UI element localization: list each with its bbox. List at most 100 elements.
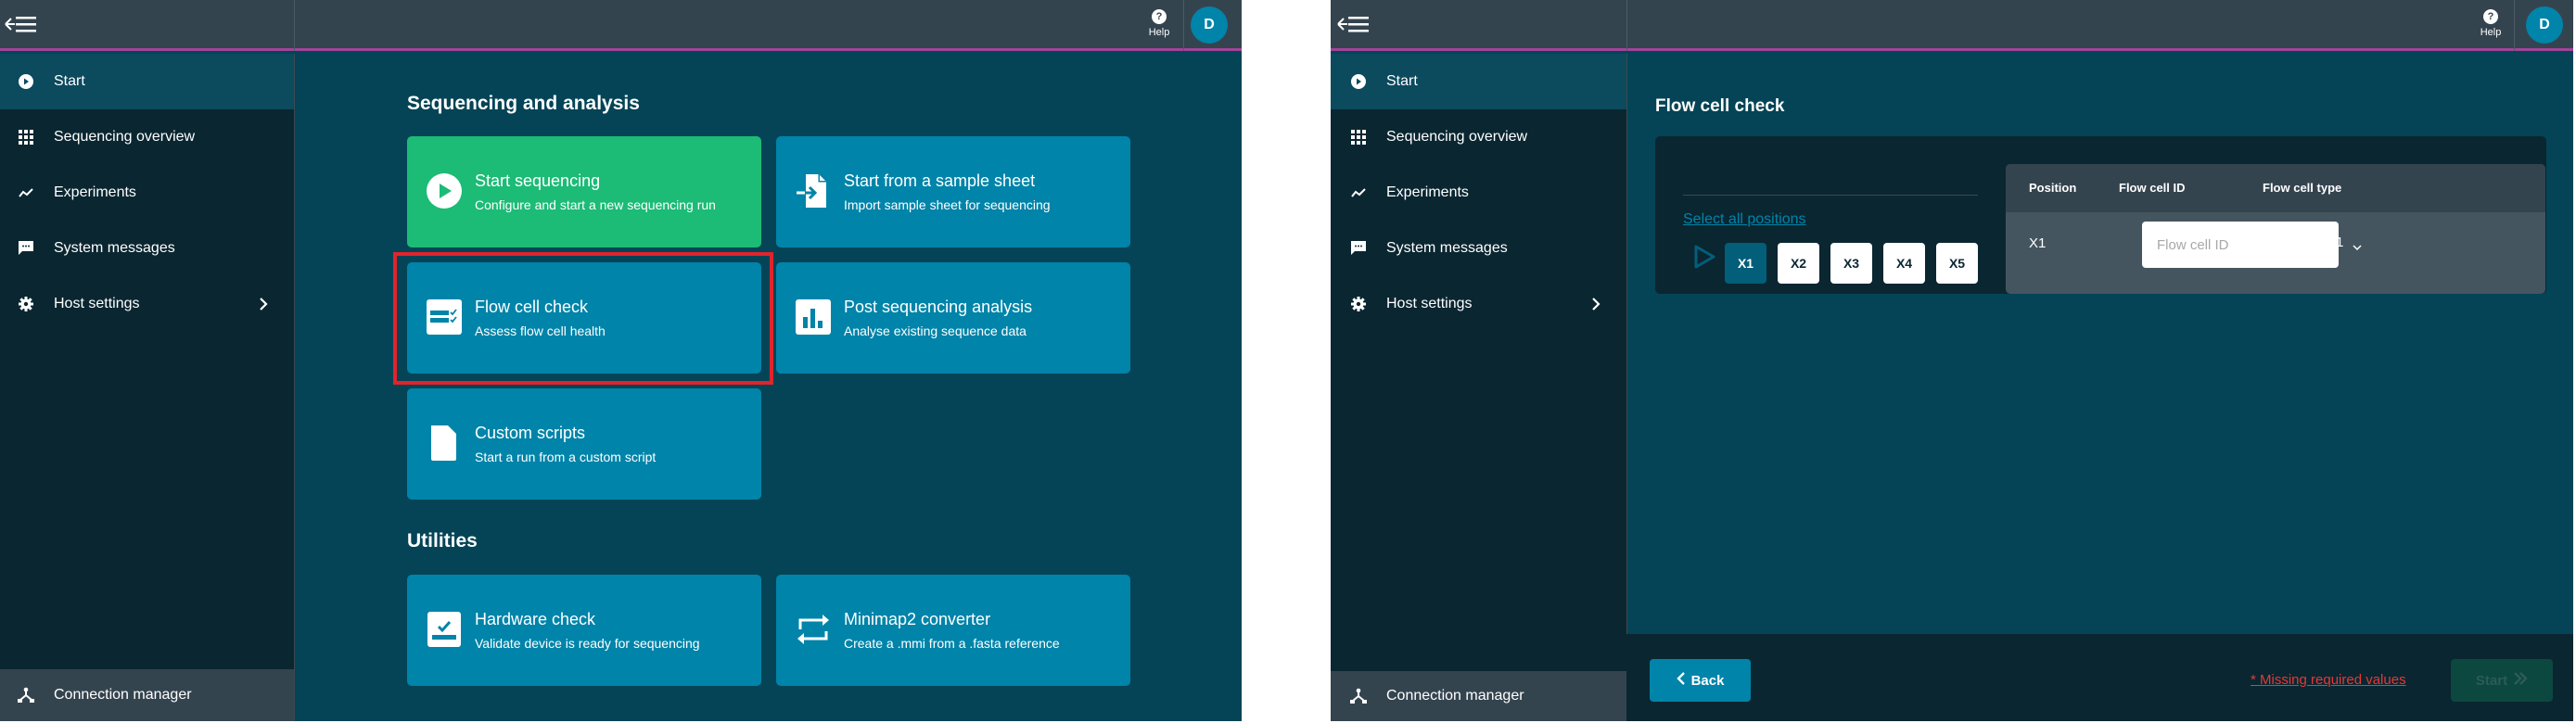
sidebar-item-experiments[interactable]: Experiments xyxy=(1331,165,1626,221)
sidebar-item-system-messages[interactable]: System messages xyxy=(1331,221,1626,276)
section-title-utilities: Utilities xyxy=(407,530,478,552)
play-circle-icon xyxy=(18,73,34,90)
header-divider xyxy=(294,0,295,51)
sidebar-item-label: Host settings xyxy=(54,296,140,311)
missing-required-values-link[interactable]: * Missing required values xyxy=(2251,672,2406,688)
flow-cell-check-card[interactable]: Flow cell check Assess flow cell health xyxy=(407,262,761,374)
column-header-flow-cell-type: Flow cell type xyxy=(2263,181,2342,195)
help-label: Help xyxy=(2480,27,2502,38)
hardware-check-icon xyxy=(426,611,463,648)
card-subtitle: Assess flow cell health xyxy=(475,323,606,338)
hardware-check-card[interactable]: Hardware check Validate device is ready … xyxy=(407,575,761,686)
header-divider xyxy=(2514,0,2515,51)
sidebar-item-label: Start xyxy=(1386,73,1418,89)
flow-cell-table: Position Flow cell ID Flow cell type X1 … xyxy=(2006,164,2545,294)
sidebar-item-sequencing-overview[interactable]: Sequencing overview xyxy=(0,109,294,165)
help-button[interactable]: ? Help xyxy=(2472,9,2509,38)
play-circle-icon xyxy=(426,172,463,209)
grid-icon xyxy=(1350,129,1367,146)
flow-cell-type-select[interactable]: FLO-FLG001 xyxy=(2262,235,2362,250)
custom-scripts-card[interactable]: Custom scripts Start a run from a custom… xyxy=(407,388,761,500)
sidebar-item-host-settings[interactable]: Host settings xyxy=(1331,276,1626,332)
position-button-x2[interactable]: X2 xyxy=(1778,243,1819,284)
bar-chart-icon xyxy=(795,298,832,336)
sidebar-item-system-messages[interactable]: System messages xyxy=(0,221,294,276)
user-avatar[interactable]: D xyxy=(1191,6,1228,44)
file-icon xyxy=(426,425,463,462)
card-title: Minimap2 converter xyxy=(844,610,991,628)
chevron-right-icon xyxy=(257,298,270,311)
sidebar-item-start[interactable]: Start xyxy=(1331,54,1626,109)
file-import-icon xyxy=(795,172,832,209)
sidebar-item-label: Sequencing overview xyxy=(54,129,196,145)
sidebar-item-sequencing-overview[interactable]: Sequencing overview xyxy=(1331,109,1626,165)
help-icon: ? xyxy=(2483,9,2498,24)
header-divider xyxy=(1626,0,1627,51)
menu-collapse-icon[interactable] xyxy=(4,11,37,37)
start-label: Start xyxy=(2475,672,2508,689)
sidebar-item-label: Start xyxy=(54,73,85,89)
card-title: Custom scripts xyxy=(475,424,586,442)
position-cell: X1 xyxy=(2029,235,2047,251)
chevron-down-icon xyxy=(2353,239,2362,250)
position-button-x4[interactable]: X4 xyxy=(1883,243,1925,284)
select-all-positions-link[interactable]: Select all positions xyxy=(1683,211,1806,228)
position-button-x1[interactable]: X1 xyxy=(1725,243,1766,284)
flow-cell-panel: Select all positions X1 X2 X3 X4 X5 Posi… xyxy=(1655,136,2546,294)
trend-line-icon xyxy=(1350,184,1367,201)
menu-collapse-icon[interactable] xyxy=(1336,11,1370,37)
page-title: Flow cell check xyxy=(1655,96,1785,116)
help-button[interactable]: ? Help xyxy=(1141,9,1178,38)
message-icon xyxy=(18,240,34,257)
back-label: Back xyxy=(1690,672,1725,689)
sidebar-item-label: System messages xyxy=(1386,240,1508,256)
play-circle-icon xyxy=(1350,73,1367,90)
sidebar-item-label: Host settings xyxy=(1386,296,1473,311)
card-subtitle: Validate device is ready for sequencing xyxy=(475,636,700,651)
position-button-x5[interactable]: X5 xyxy=(1936,243,1978,284)
message-icon xyxy=(1350,240,1367,257)
connection-manager-label: Connection manager xyxy=(54,687,192,703)
sample-sheet-card[interactable]: Start from a sample sheet Import sample … xyxy=(776,136,1130,247)
top-bar: ? Help D xyxy=(0,0,1242,51)
post-sequencing-analysis-card[interactable]: Post sequencing analysis Analyse existin… xyxy=(776,262,1130,374)
gear-icon xyxy=(1350,296,1367,312)
divider xyxy=(1683,195,1978,196)
back-button[interactable]: Back xyxy=(1650,659,1751,702)
swap-arrows-icon xyxy=(795,611,832,648)
connection-manager-button[interactable]: Connection manager xyxy=(0,669,294,721)
top-bar: ? Help D xyxy=(1331,0,2573,51)
network-icon xyxy=(1350,688,1367,704)
minimap2-converter-card[interactable]: Minimap2 converter Create a .mmi from a … xyxy=(776,575,1130,686)
sidebar-item-label: Experiments xyxy=(54,184,136,200)
sidebar-item-label: System messages xyxy=(54,240,175,256)
position-button-x3[interactable]: X3 xyxy=(1830,243,1872,284)
card-subtitle: Start a run from a custom script xyxy=(475,450,657,464)
trend-line-icon xyxy=(18,184,34,201)
section-title-sequencing: Sequencing and analysis xyxy=(407,93,640,114)
help-label: Help xyxy=(1148,27,1170,38)
sidebar-item-host-settings[interactable]: Host settings xyxy=(0,276,294,332)
header-divider xyxy=(1183,0,1184,51)
connection-manager-button[interactable]: Connection manager xyxy=(1331,671,1626,721)
connection-manager-label: Connection manager xyxy=(1386,688,1524,704)
chevron-right-icon xyxy=(1589,298,1602,311)
flow-cell-check-screen: ? Help D Start Sequencing overview Exper… xyxy=(1331,0,2573,721)
play-outline-icon[interactable] xyxy=(1692,245,1716,269)
table-header: Position Flow cell ID Flow cell type xyxy=(2006,164,2545,212)
double-chevron-right-icon xyxy=(2513,671,2528,690)
sidebar: Start Sequencing overview Experiments Sy… xyxy=(1331,54,1627,721)
user-avatar[interactable]: D xyxy=(2526,6,2563,44)
sidebar-item-experiments[interactable]: Experiments xyxy=(0,165,294,221)
flow-cell-check-icon xyxy=(426,298,463,336)
sidebar-item-start[interactable]: Start xyxy=(0,54,294,109)
card-title: Flow cell check xyxy=(475,298,589,316)
card-subtitle: Analyse existing sequence data xyxy=(844,323,1027,338)
grid-icon xyxy=(18,129,34,146)
footer-bar: Back * Missing required values Start xyxy=(1626,634,2573,721)
card-subtitle: Configure and start a new sequencing run xyxy=(475,197,716,212)
gear-icon xyxy=(18,296,34,312)
start-sequencing-card[interactable]: Start sequencing Configure and start a n… xyxy=(407,136,761,247)
start-screen: ? Help D Start Sequencing overview Exper… xyxy=(0,0,1242,721)
card-title: Hardware check xyxy=(475,610,596,628)
